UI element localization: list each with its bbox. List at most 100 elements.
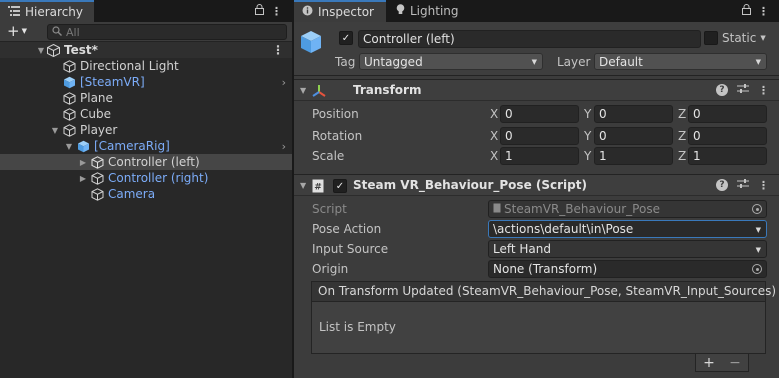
gameobject-cube-icon <box>300 30 322 57</box>
hierarchy-tab-tools: ⋮ <box>255 0 292 22</box>
lock-icon[interactable] <box>255 4 264 18</box>
unity-event-list: On Transform Updated (SteamVR_Behaviour_… <box>311 281 776 354</box>
static-toggle[interactable]: Static ▼ <box>704 31 766 45</box>
object-picker-icon[interactable] <box>752 264 762 274</box>
rotation-z-field[interactable]: 0 <box>688 127 767 145</box>
kebab-menu-icon[interactable]: ⋮ <box>758 179 769 192</box>
expanded-arrow-icon[interactable]: ▼ <box>50 126 60 135</box>
position-z-field[interactable]: 0 <box>688 105 767 123</box>
collapsed-arrow-icon[interactable]: ▶ <box>78 158 88 167</box>
tab-inspector[interactable]: Inspector <box>294 0 386 22</box>
script-component-header[interactable]: ▼ # ✓ Steam VR_Behaviour_Pose (Script) ?… <box>294 174 779 196</box>
gameobject-cube-icon <box>62 91 76 105</box>
script-label: Script <box>312 202 347 216</box>
dropdown-arrow-icon: ▼ <box>21 27 27 35</box>
axis-x-label: X <box>490 107 499 121</box>
layer-label: Layer <box>557 55 591 69</box>
item-label: [CameraRig] <box>94 139 170 153</box>
hierarchy-item[interactable]: [SteamVR] › <box>0 74 292 90</box>
pose-action-dropdown[interactable]: \actions\default\in\Pose ▼ <box>488 220 767 238</box>
script-field: SteamVR_Behaviour_Pose <box>488 200 767 218</box>
chevron-right-icon[interactable]: › <box>282 140 286 153</box>
object-picker-icon <box>752 204 762 214</box>
hierarchy-search-input[interactable]: All <box>47 24 287 40</box>
kebab-menu-icon[interactable]: ⋮ <box>758 5 769 18</box>
gameobject-cube-icon <box>90 155 104 169</box>
axis-y-label: Y <box>584 107 592 121</box>
chevron-down-icon: ▼ <box>531 57 537 66</box>
hierarchy-item[interactable]: Cube <box>0 106 292 122</box>
chevron-down-icon: ▼ <box>755 226 761 234</box>
tag-dropdown[interactable]: Untagged ▼ <box>359 53 543 70</box>
kebab-menu-icon[interactable]: ⋮ <box>272 43 284 57</box>
expanded-arrow-icon[interactable]: ▼ <box>300 86 306 95</box>
collapsed-arrow-icon[interactable]: ▶ <box>78 174 88 183</box>
gameobject-cube-icon <box>62 59 76 73</box>
kebab-menu-icon[interactable]: ⋮ <box>271 5 282 18</box>
event-title: On Transform Updated (SteamVR_Behaviour_… <box>312 282 776 302</box>
axis-y-label: Y <box>584 149 592 163</box>
position-y-field[interactable]: 0 <box>594 105 673 123</box>
script-enabled-checkbox[interactable]: ✓ <box>333 179 347 193</box>
hierarchy-item-selected[interactable]: ▶ Controller (left) <box>0 154 292 170</box>
tab-lighting[interactable]: Lighting <box>388 0 467 22</box>
axis-z-label: Z <box>678 129 687 143</box>
object-name-input[interactable]: Controller (left) <box>358 30 701 48</box>
axis-x-label: X <box>490 129 499 143</box>
item-label: Controller (right) <box>108 171 209 185</box>
transform-axes-icon <box>312 84 326 101</box>
item-label: Plane <box>80 91 113 105</box>
remove-event-button[interactable]: − <box>729 355 741 371</box>
hierarchy-item[interactable]: ▼ Player <box>0 122 292 138</box>
hierarchy-item[interactable]: Plane <box>0 90 292 106</box>
scale-z-field[interactable]: 1 <box>688 147 767 165</box>
rotation-y-field[interactable]: 0 <box>594 127 673 145</box>
active-checkbox[interactable]: ✓ <box>339 31 353 45</box>
hierarchy-item[interactable]: ▼ [CameraRig] › <box>0 138 292 154</box>
help-icon[interactable]: ? <box>716 179 728 191</box>
add-event-button[interactable]: + <box>703 355 715 371</box>
chevron-right-icon[interactable]: › <box>282 76 286 89</box>
dropdown-arrow-icon[interactable]: ▼ <box>760 34 765 42</box>
lock-icon[interactable] <box>742 4 751 18</box>
kebab-menu-icon[interactable]: ⋮ <box>758 84 769 97</box>
tab-hierarchy[interactable]: Hierarchy <box>0 0 94 22</box>
item-label: Player <box>80 123 118 137</box>
origin-field[interactable]: None (Transform) <box>488 260 767 278</box>
unity-scene-icon <box>46 43 60 57</box>
create-button[interactable]: + ▼ <box>7 24 27 39</box>
hierarchy-item[interactable]: Directional Light <box>0 58 292 74</box>
hierarchy-item[interactable]: ▶ Controller (right) <box>0 170 292 186</box>
position-x-field[interactable]: 0 <box>500 105 579 123</box>
static-checkbox[interactable] <box>704 31 718 45</box>
layer-dropdown[interactable]: Default ▼ <box>594 53 767 70</box>
event-empty-label: List is Empty <box>319 320 396 334</box>
input-source-dropdown[interactable]: Left Hand ▼ <box>488 240 767 258</box>
prefab-cube-icon <box>62 75 76 89</box>
preset-sliders-icon[interactable] <box>737 178 749 192</box>
pose-action-value: \actions\default\in\Pose <box>493 222 634 236</box>
axis-y-label: Y <box>584 129 592 143</box>
lightbulb-icon <box>396 3 405 19</box>
scale-label: Scale <box>312 149 345 163</box>
scene-row[interactable]: ▼ Test* ⋮ <box>0 42 292 58</box>
gameobject-cube-icon <box>62 123 76 137</box>
preset-sliders-icon[interactable] <box>737 83 749 97</box>
rotation-x-field[interactable]: 0 <box>500 127 579 145</box>
help-icon[interactable]: ? <box>716 84 728 96</box>
transform-header[interactable]: ▼ Transform ? ⋮ <box>294 79 779 101</box>
gameobject-cube-icon <box>62 107 76 121</box>
axis-x-label: X <box>490 149 499 163</box>
expanded-arrow-icon[interactable]: ▼ <box>300 181 306 190</box>
expanded-arrow-icon[interactable]: ▼ <box>64 142 74 151</box>
hierarchy-list-icon <box>8 5 20 19</box>
scale-y-field[interactable]: 1 <box>594 147 673 165</box>
layer-value: Default <box>599 54 643 69</box>
scale-x-field[interactable]: 1 <box>500 147 579 165</box>
axis-z-label: Z <box>678 107 687 121</box>
item-label: Camera <box>108 187 156 201</box>
tab-inspector-label: Inspector <box>318 5 374 19</box>
position-label: Position <box>312 107 359 121</box>
expanded-arrow-icon[interactable]: ▼ <box>36 46 46 55</box>
hierarchy-item[interactable]: Camera <box>0 186 292 202</box>
